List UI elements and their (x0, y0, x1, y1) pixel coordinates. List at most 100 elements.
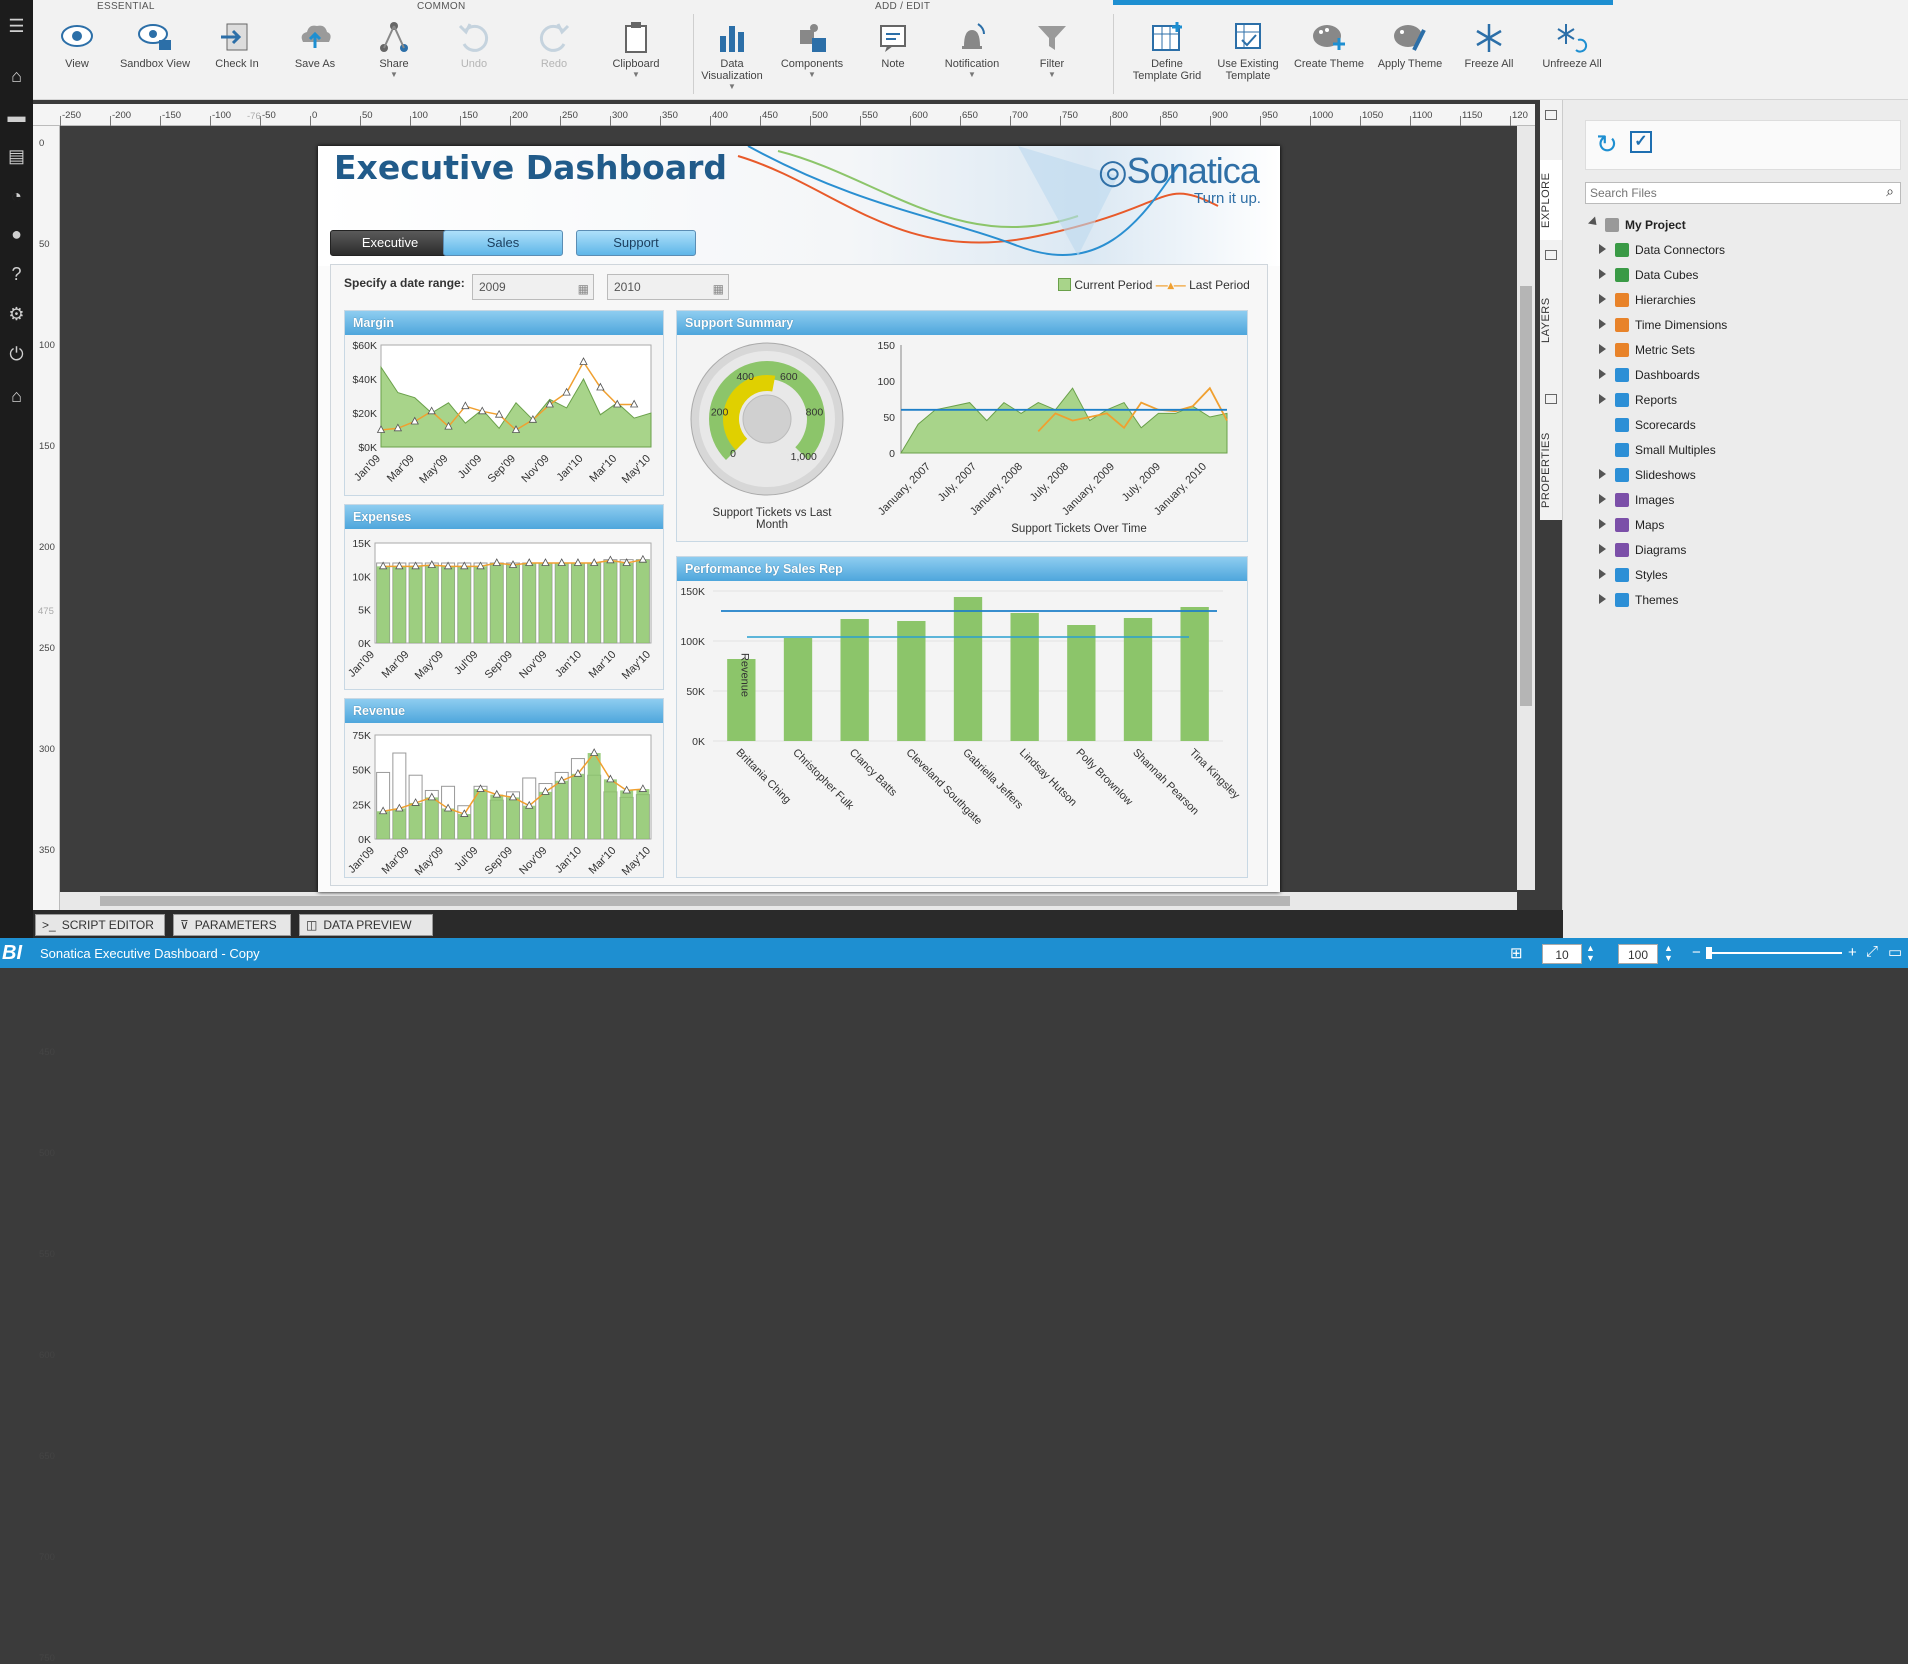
canvas-vertical-scrollbar[interactable] (1517, 126, 1535, 890)
tab-parameters[interactable]: ⊽ PARAMETERS (173, 914, 291, 936)
tab-pin-icon[interactable] (1545, 110, 1557, 120)
refresh-icon[interactable]: ↻ (1596, 129, 1618, 160)
tab-pin-icon[interactable] (1545, 394, 1557, 404)
check-in-button[interactable]: Check In (199, 18, 275, 96)
canvas-horizontal-scrollbar[interactable] (60, 892, 1517, 910)
tab-explore[interactable]: EXPLORE (1540, 160, 1562, 240)
create-theme-button[interactable]: Create Theme (1291, 18, 1367, 96)
ruler-tick: 250 (39, 643, 55, 654)
zoom-in-icon[interactable]: + (1848, 944, 1857, 961)
expand-arrow-icon[interactable] (1599, 319, 1606, 329)
expand-arrow-icon[interactable] (1599, 519, 1606, 529)
gear-icon[interactable]: ⚙ (0, 302, 33, 326)
dropdown-arrow-icon[interactable]: ▼ (598, 71, 674, 79)
document-icon[interactable]: ▤ (0, 144, 33, 168)
expand-arrow-icon[interactable] (1599, 294, 1606, 304)
unfreeze-all-button[interactable]: Unfreeze All (1534, 18, 1610, 96)
use-existing-template-button[interactable]: Use Existing Template (1210, 18, 1286, 96)
zoom-out-icon[interactable]: − (1692, 944, 1701, 961)
ruler-mark (1310, 116, 1311, 126)
tab-data-preview[interactable]: ◫ DATA PREVIEW (299, 914, 433, 936)
house-icon[interactable]: ⌂ (0, 384, 33, 408)
tab-support[interactable]: Support (576, 230, 696, 256)
note-icon (880, 25, 906, 52)
y-tick-label: 75K (352, 730, 371, 742)
briefcase-icon[interactable]: ▬ (0, 104, 33, 128)
expand-arrow-icon[interactable] (1599, 494, 1606, 504)
expand-arrow-icon[interactable] (1599, 369, 1606, 379)
calendar-icon[interactable]: ▦ (713, 277, 724, 301)
dropdown-arrow-icon[interactable]: ▼ (934, 71, 1010, 79)
dropdown-arrow-icon[interactable]: ▼ (694, 83, 770, 91)
components-button[interactable]: Components ▼ (774, 18, 850, 96)
ruler-mark (60, 116, 61, 126)
freeze-all-button[interactable]: Freeze All (1451, 18, 1527, 96)
view-button[interactable]: View (39, 18, 115, 96)
expand-arrow-icon[interactable] (1599, 469, 1606, 479)
date-from-input[interactable]: 2009 ▦ (472, 274, 594, 300)
bar-last (490, 794, 504, 839)
search-icon[interactable]: ⌕ (1886, 183, 1894, 200)
expand-arrow-icon[interactable] (1599, 344, 1606, 354)
scrollbar-thumb[interactable] (100, 896, 1290, 906)
define-template-grid-button[interactable]: Define Template Grid (1129, 18, 1205, 96)
clipboard-button[interactable]: Clipboard ▼ (598, 18, 674, 96)
expand-arrow-icon[interactable] (1599, 269, 1606, 279)
bar-last (506, 565, 520, 643)
expand-arrow-icon[interactable] (1599, 244, 1606, 254)
dropdown-arrow-icon[interactable]: ▼ (356, 71, 432, 79)
help-icon[interactable]: ? (0, 262, 33, 286)
expand-arrow-icon[interactable] (1599, 394, 1606, 404)
tab-properties[interactable]: PROPERTIES (1540, 420, 1562, 520)
grid-size-input[interactable]: 10 (1542, 944, 1582, 964)
tab-sales[interactable]: Sales (443, 230, 563, 256)
scrollbar-thumb[interactable] (1520, 286, 1532, 706)
search-input[interactable] (1586, 183, 1856, 203)
fit-page-icon[interactable]: ⤢ (1866, 943, 1878, 960)
panel-title: Margin (345, 311, 663, 335)
check-all-icon[interactable]: ✓ (1630, 131, 1652, 153)
expand-arrow-icon[interactable] (1599, 594, 1606, 604)
zoom-slider[interactable] (1706, 952, 1842, 954)
pie-icon[interactable]: ◔ (0, 184, 33, 208)
home-icon[interactable]: ⌂ (0, 64, 33, 88)
legend-swatch-last: —▴— (1155, 278, 1186, 292)
zoom-input[interactable]: 100 (1618, 944, 1658, 964)
undo-button[interactable]: Undo (436, 18, 512, 96)
explorer-panel: ↻ ✓ ⌕ My Project Data Connectors Data Cub… (1562, 100, 1908, 938)
menu-icon[interactable]: ☰ (0, 14, 33, 38)
collapse-arrow-icon[interactable] (1587, 216, 1601, 229)
dropdown-arrow-icon[interactable]: ▼ (774, 71, 850, 79)
zoom-slider-thumb[interactable] (1706, 947, 1712, 959)
search-files[interactable]: ⌕ (1585, 182, 1901, 204)
ruler-tick: 0 (312, 110, 318, 121)
filter-button[interactable]: Filter ▼ (1014, 18, 1090, 96)
expand-arrow-icon[interactable] (1599, 544, 1606, 554)
tab-script-editor[interactable]: >_ SCRIPT EDITOR (35, 914, 165, 936)
save-as-button[interactable]: Save As (277, 18, 353, 96)
zoom-stepper[interactable]: ▲ ▼ (1664, 943, 1673, 963)
dropdown-arrow-icon[interactable]: ▼ (1014, 71, 1090, 79)
tab-executive[interactable]: Executive (330, 230, 450, 256)
notification-button[interactable]: Notification ▼ (934, 18, 1010, 96)
expand-arrow-icon[interactable] (1599, 569, 1606, 579)
fullscreen-icon[interactable]: ▭ (1888, 943, 1902, 961)
power-icon[interactable]: ⏻ (0, 342, 33, 366)
tab-layers[interactable]: LAYERS (1540, 280, 1562, 360)
ruler-tick: 500 (39, 1148, 55, 1159)
sandbox-view-button[interactable]: Sandbox View (117, 18, 193, 96)
ruler-tick: 400 (712, 110, 728, 121)
calendar-icon[interactable]: ▦ (578, 277, 589, 301)
note-button[interactable]: Note (855, 18, 931, 96)
user-icon[interactable]: ● (0, 222, 33, 246)
date-to-input[interactable]: 2010 ▦ (607, 274, 729, 300)
ruler-tick: 600 (912, 110, 928, 121)
grid-stepper[interactable]: ▲ ▼ (1586, 943, 1595, 963)
redo-button[interactable]: Redo (516, 18, 592, 96)
eye-icon (61, 25, 93, 47)
gauge-tick-label: 600 (780, 371, 798, 383)
data-visualization-button[interactable]: Data Visualization ▼ (694, 18, 770, 96)
apply-theme-button[interactable]: Apply Theme (1372, 18, 1448, 96)
share-button[interactable]: Share ▼ (356, 18, 432, 96)
tab-pin-icon[interactable] (1545, 250, 1557, 260)
